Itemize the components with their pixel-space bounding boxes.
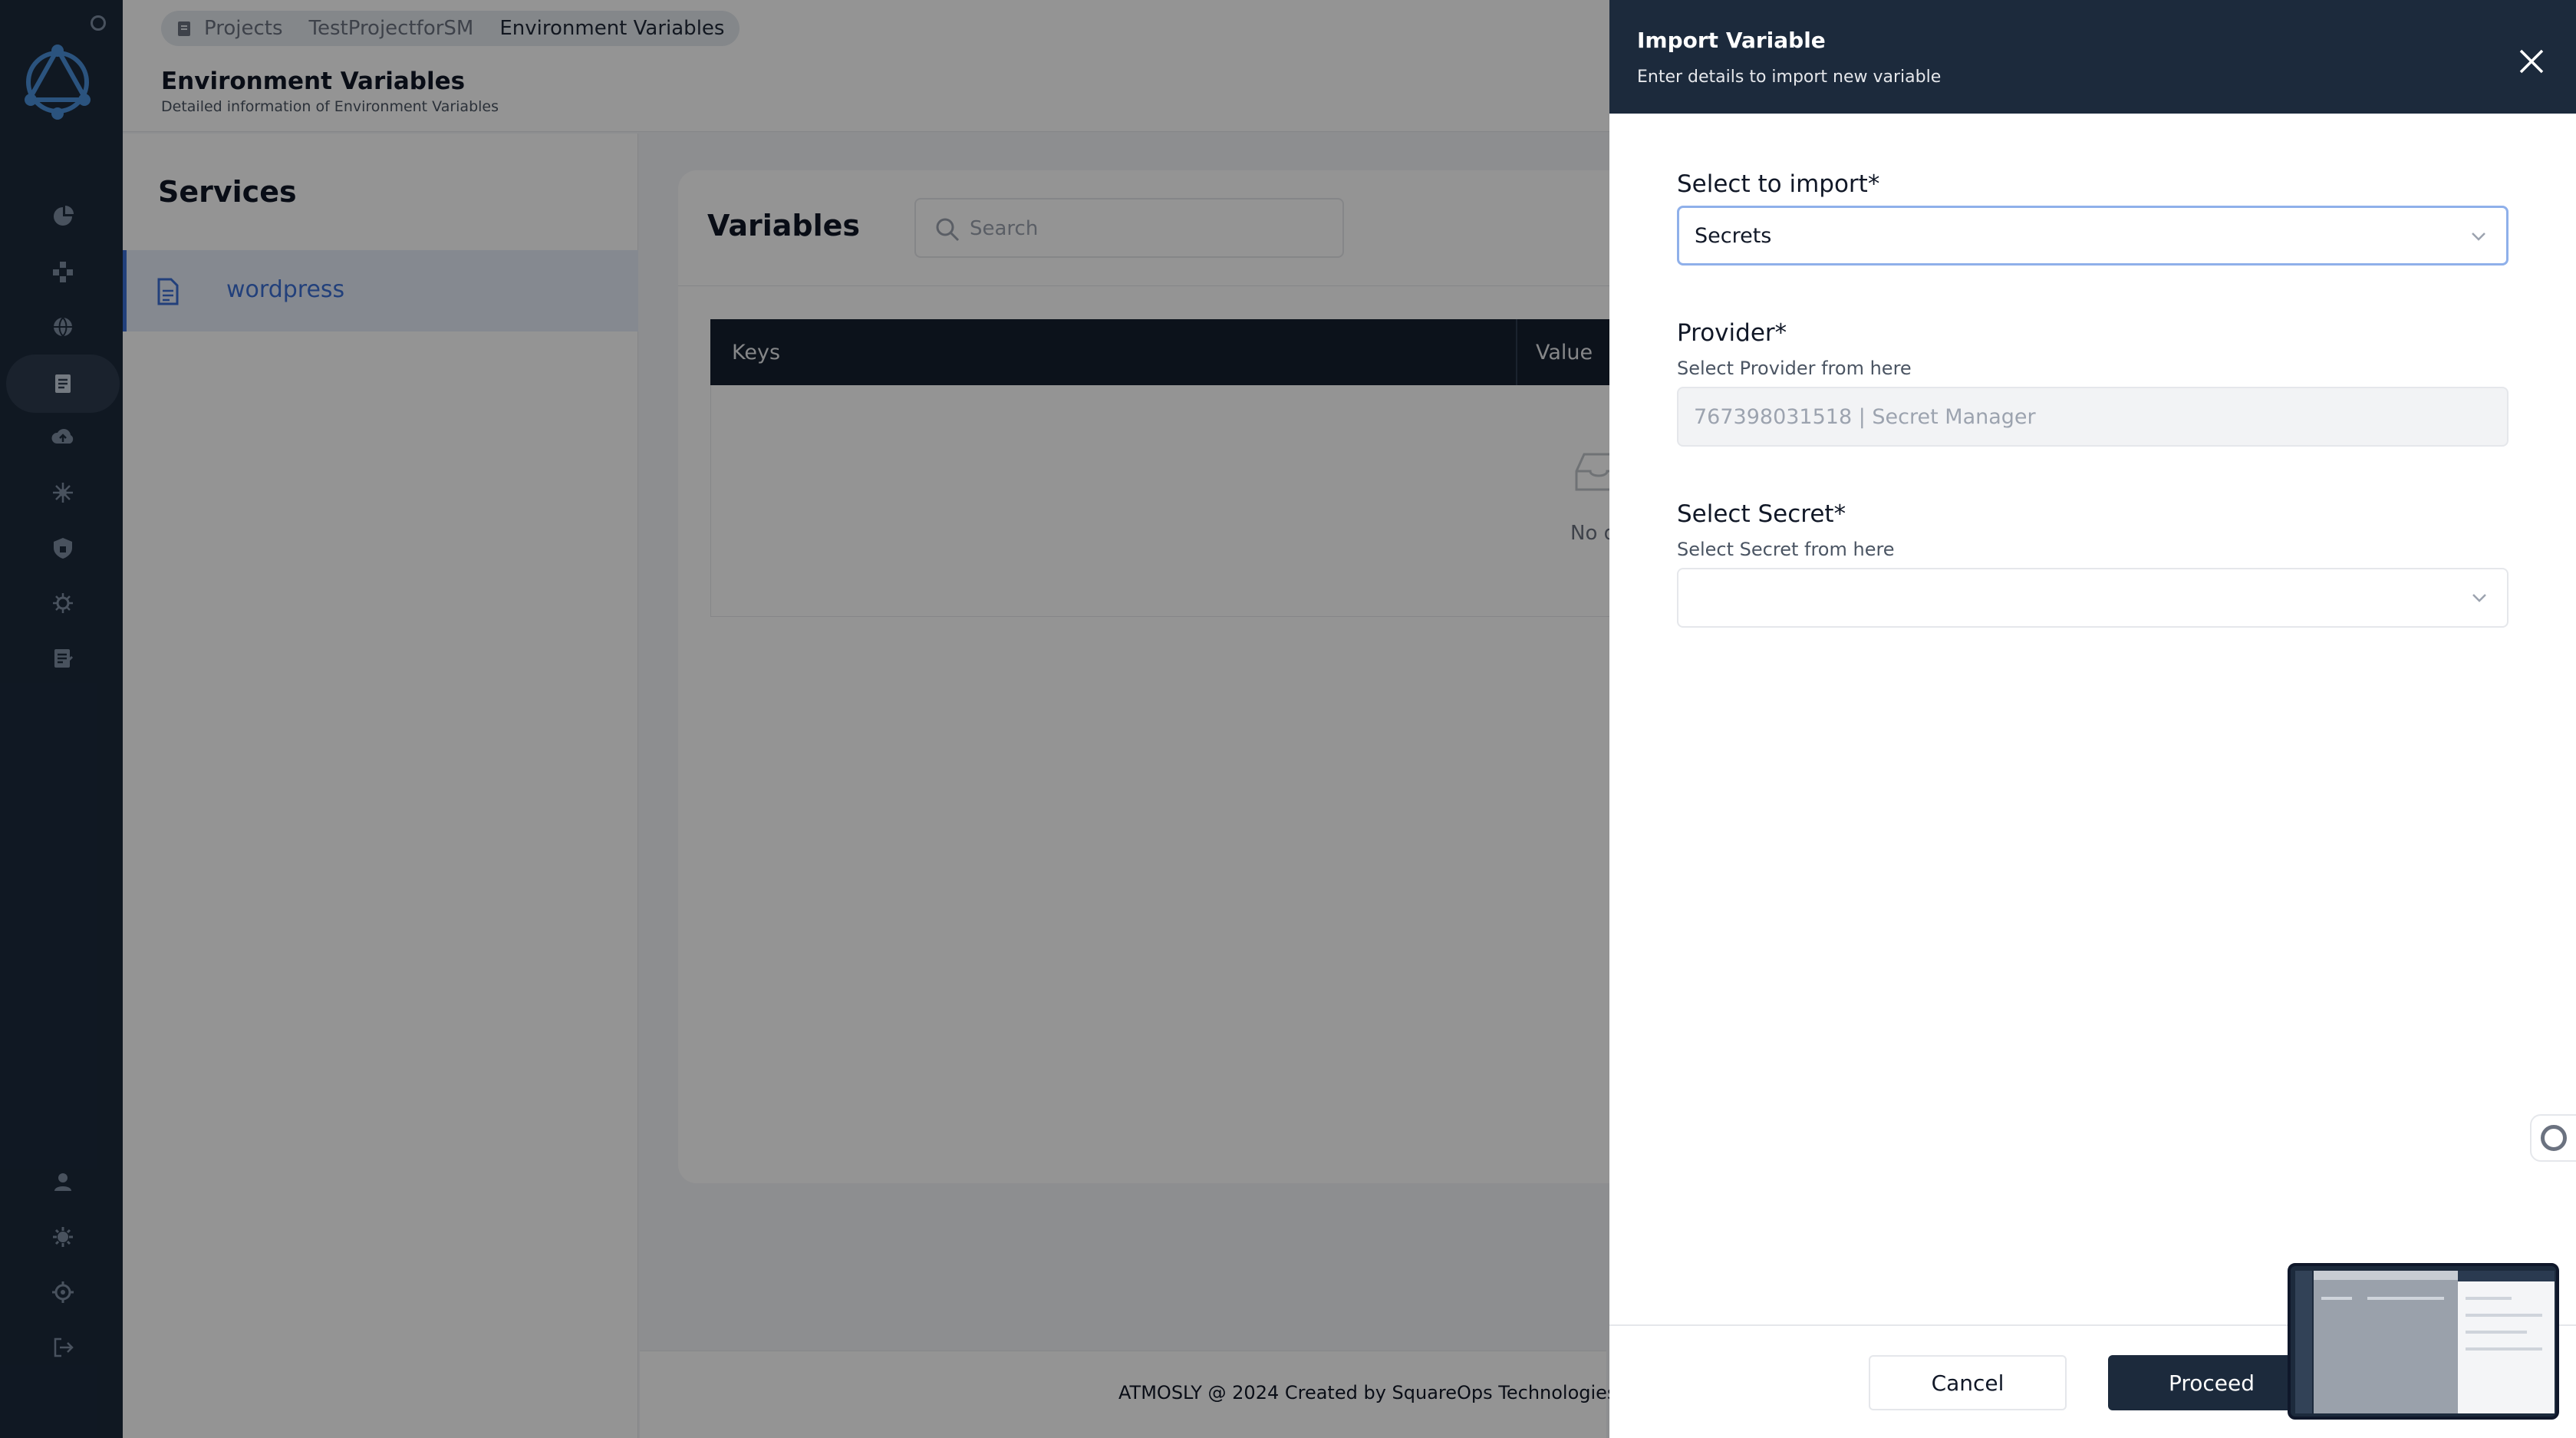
thumbnail-line — [2466, 1314, 2542, 1317]
import-variable-drawer: Import Variable Enter details to import … — [1609, 0, 2576, 1438]
import-type-value: Secrets — [1695, 223, 1772, 248]
provider-value: 767398031518 | Secret Manager — [1694, 404, 2036, 429]
drawer-header: Import Variable Enter details to import … — [1609, 0, 2576, 114]
provider-help: Select Provider from here — [1677, 358, 1912, 379]
import-type-select[interactable]: Secrets — [1677, 206, 2508, 266]
thumbnail-main — [2314, 1271, 2458, 1413]
thumbnail-line — [2466, 1331, 2527, 1334]
close-button[interactable] — [2515, 45, 2548, 78]
secret-select[interactable] — [1677, 568, 2508, 628]
thumbnail-line — [2466, 1297, 2512, 1300]
thumbnail-line — [2321, 1297, 2352, 1300]
thumbnail-header — [2314, 1271, 2458, 1280]
provider-field: 767398031518 | Secret Manager — [1677, 387, 2508, 447]
drawer-title: Import Variable — [1637, 28, 1826, 53]
secret-help: Select Secret from here — [1677, 539, 1895, 560]
screen-preview-thumbnail[interactable] — [2288, 1263, 2559, 1420]
chevron-down-icon — [2472, 233, 2485, 241]
proceed-button[interactable]: Proceed — [2108, 1355, 2315, 1410]
drawer-subtitle: Enter details to import new variable — [1637, 68, 1942, 87]
cancel-button[interactable]: Cancel — [1869, 1355, 2067, 1410]
help-widget-icon — [2541, 1125, 2567, 1151]
thumbnail-line — [2367, 1297, 2444, 1300]
thumbnail-drawer — [2458, 1271, 2555, 1413]
thumbnail-line — [2466, 1347, 2542, 1351]
secret-label: Select Secret* — [1677, 500, 1846, 528]
thumbnail-sidebar — [2295, 1271, 2312, 1413]
chevron-down-icon — [2472, 594, 2486, 602]
import-type-label: Select to import* — [1677, 170, 1880, 198]
provider-label: Provider* — [1677, 319, 1787, 347]
thumbnail-drawer-header — [2458, 1271, 2555, 1281]
help-widget-tab[interactable] — [2530, 1114, 2576, 1162]
close-icon — [2519, 49, 2544, 74]
